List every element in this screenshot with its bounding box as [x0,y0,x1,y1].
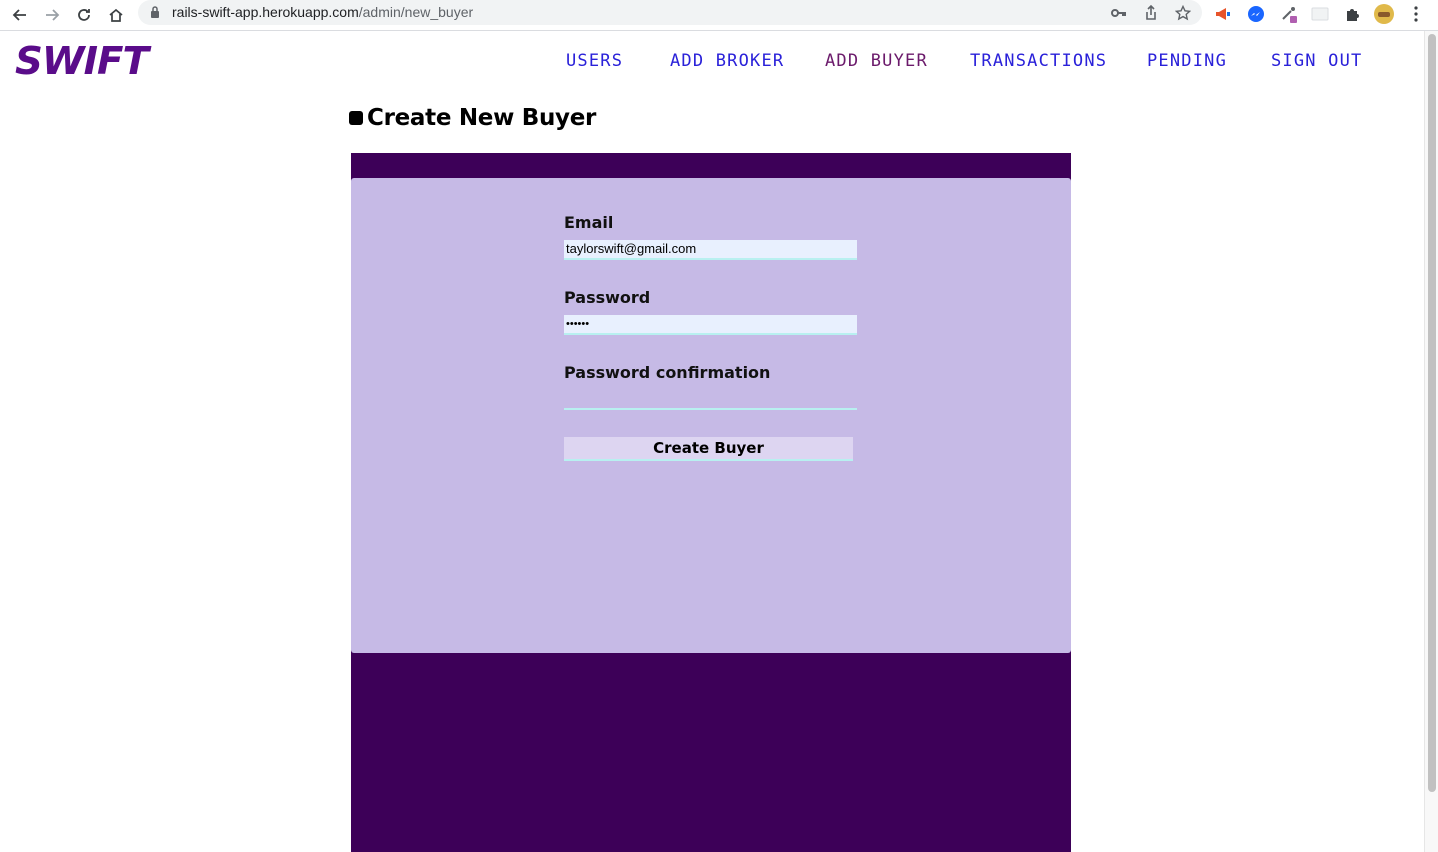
key-icon[interactable] [1108,2,1130,24]
address-bar[interactable]: rails-swift-app.herokuapp.com/admin/new_… [138,0,1202,25]
forward-arrow-icon[interactable] [40,3,64,27]
star-icon[interactable] [1172,2,1194,24]
share-icon[interactable] [1140,2,1162,24]
nav-transactions-link[interactable]: TRANSACTIONS [970,51,1107,71]
window-extension-icon[interactable] [1309,3,1331,25]
reload-icon[interactable] [72,3,96,27]
back-arrow-icon[interactable] [8,3,32,27]
email-label: Email [564,213,614,232]
password-confirmation-label: Password confirmation [564,363,771,382]
lock-icon [151,6,159,18]
create-buyer-button[interactable]: Create Buyer [564,437,853,461]
scrollbar-thumb[interactable] [1428,34,1436,792]
svg-text:SWIFT: SWIFT [15,43,152,79]
page-heading: Create New Buyer [349,105,596,131]
nav-pending-link[interactable]: PENDING [1147,51,1227,71]
messenger-extension-icon[interactable] [1245,3,1267,25]
password-field[interactable]: •••••• [564,315,857,335]
eyedropper-extension-icon[interactable] [1278,3,1300,25]
nav-add-buyer-link[interactable]: ADD BUYER [825,51,928,71]
password-label: Password [564,288,651,307]
home-icon[interactable] [104,3,128,27]
swift-logo[interactable]: SWIFT [15,39,157,84]
password-confirmation-field[interactable] [564,390,857,410]
more-menu-icon[interactable] [1405,3,1427,25]
url-text: rails-swift-app.herokuapp.com/admin/new_… [172,4,474,20]
nav-users-link[interactable]: USERS [566,51,623,71]
square-bullet-icon [349,111,363,125]
page-viewport: SWIFT USERS ADD BROKER ADD BUYER TRANSAC… [0,31,1424,852]
profile-avatar-icon[interactable] [1373,3,1395,25]
nav-add-broker-link[interactable]: ADD BROKER [670,51,784,71]
puzzle-extensions-icon[interactable] [1341,3,1363,25]
page-title: Create New Buyer [367,105,597,131]
logo-graphic: SWIFT [15,39,153,84]
browser-toolbar: rails-swift-app.herokuapp.com/admin/new_… [0,0,1438,31]
page-scrollbar[interactable] [1424,31,1438,852]
megaphone-extension-icon[interactable] [1212,3,1234,25]
nav-sign-out-link[interactable]: SIGN OUT [1271,51,1362,71]
email-field[interactable]: taylorswift@gmail.com [564,240,857,260]
